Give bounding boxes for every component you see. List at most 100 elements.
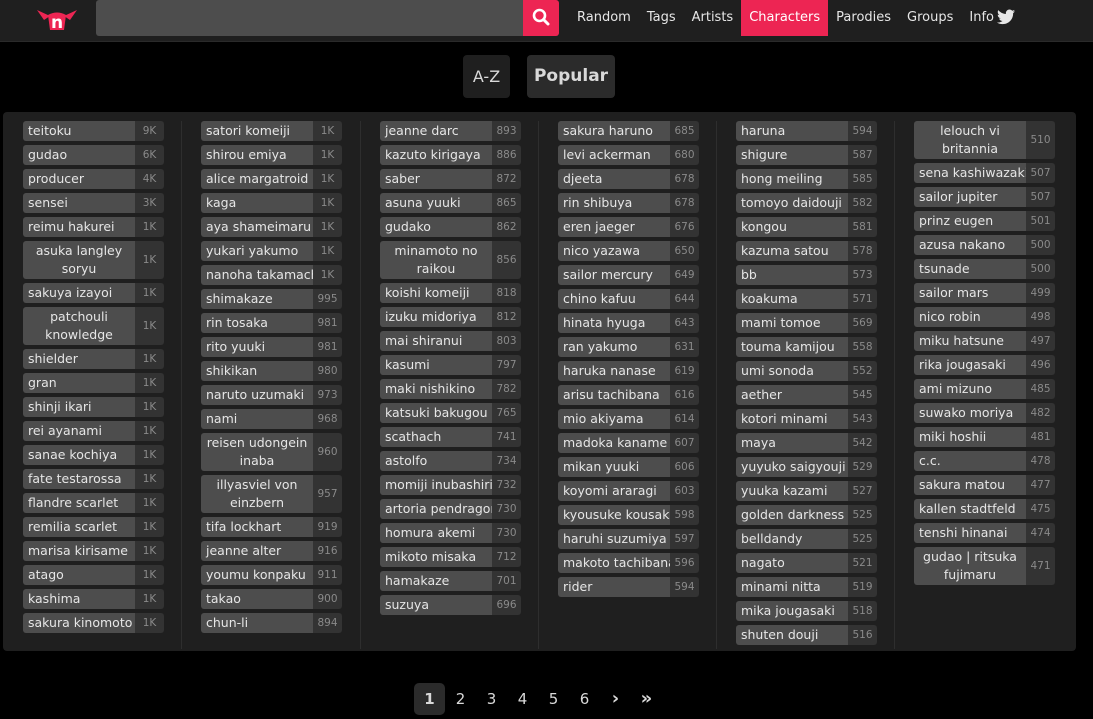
character-tag[interactable]: mikan yuuki 606	[558, 457, 699, 477]
character-tag[interactable]: ami mizuno 485	[914, 379, 1055, 399]
character-tag[interactable]: suwako moriya 482	[914, 403, 1055, 423]
menu-item-tags[interactable]: Tags	[639, 0, 684, 36]
character-tag[interactable]: kotori minami 543	[736, 409, 877, 429]
next-page-button[interactable]: ›	[600, 683, 631, 715]
character-tag[interactable]: shikikan 980	[201, 361, 342, 381]
character-tag[interactable]: reimu hakurei 1K	[23, 217, 164, 237]
character-tag[interactable]: mika jougasaki 518	[736, 601, 877, 621]
page-link-3[interactable]: 3	[476, 683, 507, 715]
character-tag[interactable]: hinata hyuga 643	[558, 313, 699, 333]
character-tag[interactable]: aether 545	[736, 385, 877, 405]
character-tag[interactable]: asuka langley soryu 1K	[23, 241, 164, 279]
menu-item-characters[interactable]: Characters	[741, 0, 829, 36]
character-tag[interactable]: sakura kinomoto 1K	[23, 613, 164, 633]
character-tag[interactable]: jeanne darc 893	[380, 121, 521, 141]
character-tag[interactable]: bb 573	[736, 265, 877, 285]
character-tag[interactable]: shigure 587	[736, 145, 877, 165]
character-tag[interactable]: fate testarossa 1K	[23, 469, 164, 489]
character-tag[interactable]: ran yakumo 631	[558, 337, 699, 357]
character-tag[interactable]: mikoto misaka 712	[380, 547, 521, 567]
character-tag[interactable]: shielder 1K	[23, 349, 164, 369]
character-tag[interactable]: haruka nanase 619	[558, 361, 699, 381]
character-tag[interactable]: haruhi suzumiya 597	[558, 529, 699, 549]
character-tag[interactable]: shinji ikari 1K	[23, 397, 164, 417]
character-tag[interactable]: rito yuuki 981	[201, 337, 342, 357]
character-tag[interactable]: miku hatsune 497	[914, 331, 1055, 351]
character-tag[interactable]: maya 542	[736, 433, 877, 453]
sort-az-tab[interactable]: A-Z	[463, 55, 510, 98]
page-link-2[interactable]: 2	[445, 683, 476, 715]
search-input[interactable]	[96, 0, 523, 36]
character-tag[interactable]: rin shibuya 678	[558, 193, 699, 213]
character-tag[interactable]: flandre scarlet 1K	[23, 493, 164, 513]
character-tag[interactable]: koyomi araragi 603	[558, 481, 699, 501]
search-button[interactable]	[523, 0, 559, 36]
character-tag[interactable]: yukari yakumo 1K	[201, 241, 342, 261]
character-tag[interactable]: levi ackerman 680	[558, 145, 699, 165]
twitter-icon[interactable]	[997, 9, 1015, 25]
character-tag[interactable]: saber 872	[380, 169, 521, 189]
character-tag[interactable]: suzuya 696	[380, 595, 521, 615]
character-tag[interactable]: homura akemi 730	[380, 523, 521, 543]
character-tag[interactable]: eren jaeger 676	[558, 217, 699, 237]
character-tag[interactable]: sailor mercury 649	[558, 265, 699, 285]
menu-item-parodies[interactable]: Parodies	[828, 0, 899, 36]
menu-item-info[interactable]: Info	[961, 0, 1002, 36]
character-tag[interactable]: gudako 862	[380, 217, 521, 237]
character-tag[interactable]: rei ayanami 1K	[23, 421, 164, 441]
character-tag[interactable]: touma kamijou 558	[736, 337, 877, 357]
character-tag[interactable]: rin tosaka 981	[201, 313, 342, 333]
character-tag[interactable]: belldandy 525	[736, 529, 877, 549]
character-tag[interactable]: kaga 1K	[201, 193, 342, 213]
character-tag[interactable]: illyasviel von einzbern 957	[201, 475, 342, 513]
character-tag[interactable]: asuna yuuki 865	[380, 193, 521, 213]
character-tag[interactable]: naruto uzumaki 973	[201, 385, 342, 405]
character-tag[interactable]: satori komeiji 1K	[201, 121, 342, 141]
character-tag[interactable]: miki hoshii 481	[914, 427, 1055, 447]
character-tag[interactable]: djeeta 678	[558, 169, 699, 189]
character-tag[interactable]: yuyuko saigyouji 529	[736, 457, 877, 477]
character-tag[interactable]: sakura haruno 685	[558, 121, 699, 141]
character-tag[interactable]: gudao 6K	[23, 145, 164, 165]
character-tag[interactable]: azusa nakano 500	[914, 235, 1055, 255]
character-tag[interactable]: remilia scarlet 1K	[23, 517, 164, 537]
page-link-1[interactable]: 1	[414, 683, 445, 715]
character-tag[interactable]: gudao | ritsuka fujimaru 471	[914, 547, 1055, 585]
character-tag[interactable]: rider 594	[558, 577, 699, 597]
character-tag[interactable]: hamakaze 701	[380, 571, 521, 591]
character-tag[interactable]: kazuto kirigaya 886	[380, 145, 521, 165]
character-tag[interactable]: chino kafuu 644	[558, 289, 699, 309]
character-tag[interactable]: sakura matou 477	[914, 475, 1055, 495]
character-tag[interactable]: takao 900	[201, 589, 342, 609]
character-tag[interactable]: teitoku 9K	[23, 121, 164, 141]
character-tag[interactable]: astolfo 734	[380, 451, 521, 471]
character-tag[interactable]: momiji inubashiri 732	[380, 475, 521, 495]
character-tag[interactable]: producer 4K	[23, 169, 164, 189]
character-tag[interactable]: tomoyo daidouji 582	[736, 193, 877, 213]
menu-item-artists[interactable]: Artists	[684, 0, 742, 36]
character-tag[interactable]: scathach 741	[380, 427, 521, 447]
character-tag[interactable]: c.c. 478	[914, 451, 1055, 471]
character-tag[interactable]: kashima 1K	[23, 589, 164, 609]
menu-item-random[interactable]: Random	[569, 0, 639, 36]
character-tag[interactable]: makoto tachibana 596	[558, 553, 699, 573]
page-link-4[interactable]: 4	[507, 683, 538, 715]
character-tag[interactable]: chun-li 894	[201, 613, 342, 633]
character-tag[interactable]: atago 1K	[23, 565, 164, 585]
character-tag[interactable]: tifa lockhart 919	[201, 517, 342, 537]
last-page-button[interactable]: »	[631, 683, 662, 715]
menu-item-groups[interactable]: Groups	[899, 0, 961, 36]
character-tag[interactable]: tenshi hinanai 474	[914, 523, 1055, 543]
character-tag[interactable]: nami 968	[201, 409, 342, 429]
character-tag[interactable]: haruna 594	[736, 121, 877, 141]
character-tag[interactable]: sensei 3K	[23, 193, 164, 213]
character-tag[interactable]: gran 1K	[23, 373, 164, 393]
character-tag[interactable]: sailor mars 499	[914, 283, 1055, 303]
character-tag[interactable]: koishi komeiji 818	[380, 283, 521, 303]
character-tag[interactable]: mai shiranui 803	[380, 331, 521, 351]
character-tag[interactable]: shirou emiya 1K	[201, 145, 342, 165]
character-tag[interactable]: golden darkness 525	[736, 505, 877, 525]
character-tag[interactable]: lelouch vi britannia 510	[914, 121, 1055, 159]
character-tag[interactable]: koakuma 571	[736, 289, 877, 309]
character-tag[interactable]: nagato 521	[736, 553, 877, 573]
